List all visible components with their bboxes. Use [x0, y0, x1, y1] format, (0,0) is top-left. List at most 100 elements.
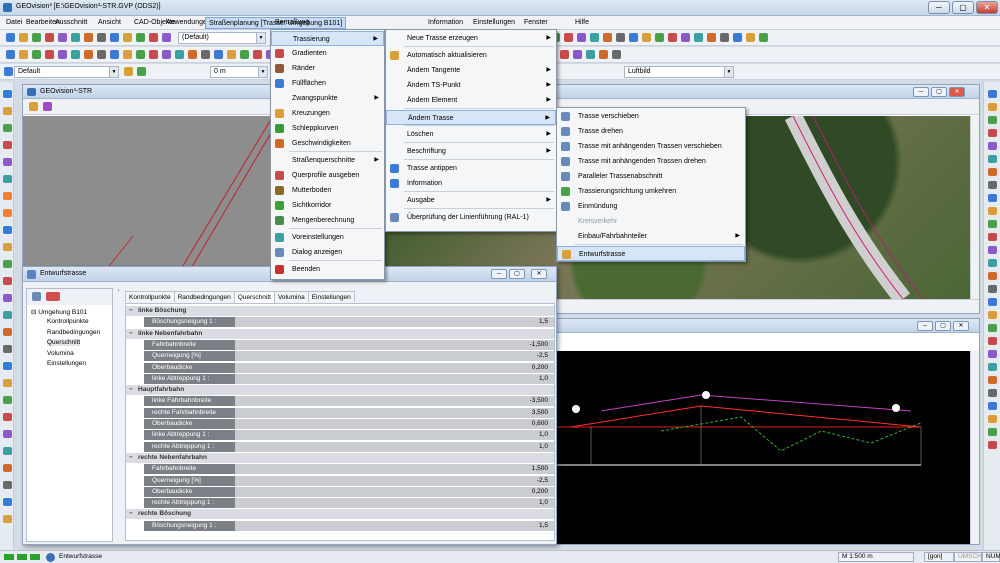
right-tool-icon[interactable]	[988, 402, 997, 410]
right-tool-icon[interactable]	[988, 389, 997, 397]
panel-minimize-button[interactable]: ─	[491, 269, 507, 279]
left-tool-icon[interactable]	[3, 158, 12, 166]
toolbar-tool-icon[interactable]	[123, 50, 132, 59]
property-value[interactable]: 1,5	[235, 520, 554, 531]
menu-item-trasse-mit-anhängenden-trassen-drehen[interactable]: Trasse mit anhängenden Trassen drehen	[557, 154, 745, 169]
left-tool-icon[interactable]	[3, 226, 12, 234]
left-tool-icon[interactable]	[3, 124, 12, 132]
menu-item-trassierungsrichtung-umkehren[interactable]: Trassierungsrichtung umkehren	[557, 184, 745, 199]
left-tool-icon[interactable]	[3, 498, 12, 506]
table-row[interactable]: Böschungsneigung 1 :1,5	[126, 317, 554, 328]
right-tool-icon[interactable]	[988, 285, 997, 293]
toolbar-tool-icon[interactable]	[655, 33, 664, 42]
right-tool-icon[interactable]	[988, 337, 997, 345]
map-vscrollbar[interactable]	[970, 116, 979, 299]
left-tool-icon[interactable]	[3, 260, 12, 268]
tree-item-einstellungen[interactable]: Einstellungen	[47, 360, 86, 367]
map-tool-icon[interactable]	[43, 102, 52, 111]
maximize-button[interactable]: ▢	[952, 1, 974, 14]
panel-close-button[interactable]: ✕	[531, 269, 547, 279]
toolbar-tool-icon[interactable]	[227, 50, 236, 59]
table-row[interactable]: Oberbaudicke 0,600	[126, 419, 554, 429]
table-row[interactable]: rechte Abtreppung 1 :1,0	[126, 498, 554, 509]
toolbar-tool-icon[interactable]	[6, 33, 15, 42]
menu-item-trasse-antippen[interactable]: Trasse antippen	[386, 161, 556, 176]
right-tool-icon[interactable]	[988, 441, 997, 449]
tab-querschnitt[interactable]: Querschnitt	[233, 291, 275, 303]
menu-item-ändern-tangente[interactable]: Ändern Tangente ▶	[386, 63, 556, 78]
tab-volumina[interactable]: Volumina	[273, 291, 309, 302]
menu-item-füllflächen[interactable]: Füllflächen	[271, 76, 384, 91]
toolbar-tool-icon[interactable]	[149, 33, 158, 42]
left-tool-icon[interactable]	[3, 515, 12, 523]
profile-restore-button[interactable]: ▢	[935, 321, 951, 331]
menu-item-schleppkurven[interactable]: Schleppkurven	[271, 121, 384, 136]
toolbar-tool-icon[interactable]	[214, 50, 223, 59]
property-value[interactable]: 1,0	[235, 498, 554, 509]
toolbar-tool-icon[interactable]	[71, 33, 80, 42]
right-tool-icon[interactable]	[988, 233, 997, 241]
toolbar-tool-icon[interactable]	[137, 67, 146, 76]
toolbar-tool-icon[interactable]	[19, 33, 28, 42]
toolbar-tool-icon[interactable]	[707, 33, 716, 42]
right-tool-icon[interactable]	[988, 194, 997, 202]
profile-minimize-button[interactable]: ─	[917, 321, 933, 331]
menu-item-kreuzungen[interactable]: Kreuzungen	[271, 106, 384, 121]
property-value[interactable]: 1,0	[235, 441, 554, 452]
toolbar-tool-icon[interactable]	[84, 50, 93, 59]
toolbar-tool-icon[interactable]	[123, 33, 132, 42]
profile-close-button[interactable]: ✕	[953, 321, 969, 331]
menu-fenster[interactable]: Fenster	[521, 17, 551, 29]
menu-item-gradienten[interactable]: Gradienten	[271, 46, 384, 61]
toolbar-tool-icon[interactable]	[149, 50, 158, 59]
toolbar-tool-icon[interactable]	[136, 50, 145, 59]
menu-item-zwangspunkte[interactable]: Zwangspunkte ▶	[271, 91, 384, 106]
toolbar-tool-icon[interactable]	[175, 50, 184, 59]
toolbar-tool-icon[interactable]	[560, 50, 569, 59]
left-tool-icon[interactable]	[3, 175, 12, 183]
toolbar-tool-icon[interactable]	[668, 33, 677, 42]
toolbar-tool-icon[interactable]	[6, 50, 15, 59]
close-button[interactable]: ✕	[976, 1, 998, 14]
menu-item-geschwindigkeiten[interactable]: Geschwindigkeiten	[271, 136, 384, 151]
table-row[interactable]: Oberbaudicke 0,200	[126, 486, 554, 497]
left-tool-icon[interactable]	[3, 379, 12, 387]
table-row[interactable]: Querneigung [%] -2,5	[126, 475, 554, 486]
right-tool-icon[interactable]	[988, 116, 997, 124]
menu-item-ränder[interactable]: Ränder	[271, 61, 384, 76]
style-combo[interactable]: (Default) ▼	[178, 32, 266, 44]
property-value[interactable]: 1,500	[235, 464, 554, 475]
offset-combo[interactable]: 0 m ▼	[210, 66, 268, 78]
splitter[interactable]: ›	[114, 288, 123, 542]
right-tool-icon[interactable]	[988, 168, 997, 176]
tree-root[interactable]: ⊟ Umgehung B101	[31, 308, 87, 316]
left-tool-icon[interactable]	[3, 447, 12, 455]
left-tool-icon[interactable]	[3, 430, 12, 438]
menu-item-ändern-ts-punkt[interactable]: Ändern TS-Punkt ▶	[386, 78, 556, 93]
toolbar-tool-icon[interactable]	[642, 33, 651, 42]
collapse-icon[interactable]: −	[129, 385, 133, 395]
menu-ausschnitt[interactable]: Ausschnitt	[52, 17, 90, 29]
menu-item-information[interactable]: Information	[386, 176, 556, 191]
toolbar-tool-icon[interactable]	[188, 50, 197, 59]
menu-item-trassierung[interactable]: Trassierung ▶	[271, 31, 384, 46]
toolbar-tool-icon[interactable]	[110, 50, 119, 59]
menu-ansicht[interactable]: Ansicht	[95, 17, 124, 29]
menu-datei[interactable]: Datei	[3, 17, 25, 29]
menu-item-trasse-mit-anhängenden-trassen-verschieben[interactable]: Trasse mit anhängenden Trassen verschieb…	[557, 139, 745, 154]
tab-einstellungen[interactable]: Einstellungen	[307, 291, 355, 302]
property-value[interactable]: -2,5	[235, 351, 554, 362]
left-tool-icon[interactable]	[3, 294, 12, 302]
toolbar-tool-icon[interactable]	[162, 33, 171, 42]
menu-item-überprüfung-der-linienführung-ral-1[interactable]: Überprüfung der Linienführung (RAL-1)	[386, 210, 556, 225]
toolbar-tool-icon[interactable]	[681, 33, 690, 42]
property-value[interactable]: 1,5	[235, 317, 554, 328]
menu-bemaßung[interactable]: Bemaßung	[272, 17, 312, 29]
toolbar-tool-icon[interactable]	[573, 50, 582, 59]
right-tool-icon[interactable]	[988, 324, 997, 332]
toolbar-tool-icon[interactable]	[694, 33, 703, 42]
toolbar-tool-icon[interactable]	[253, 50, 262, 59]
property-value[interactable]: 0,200	[235, 486, 554, 497]
table-row[interactable]: linke Abtreppung 1 :1,0	[126, 430, 554, 441]
property-value[interactable]: 1,0	[235, 430, 554, 441]
